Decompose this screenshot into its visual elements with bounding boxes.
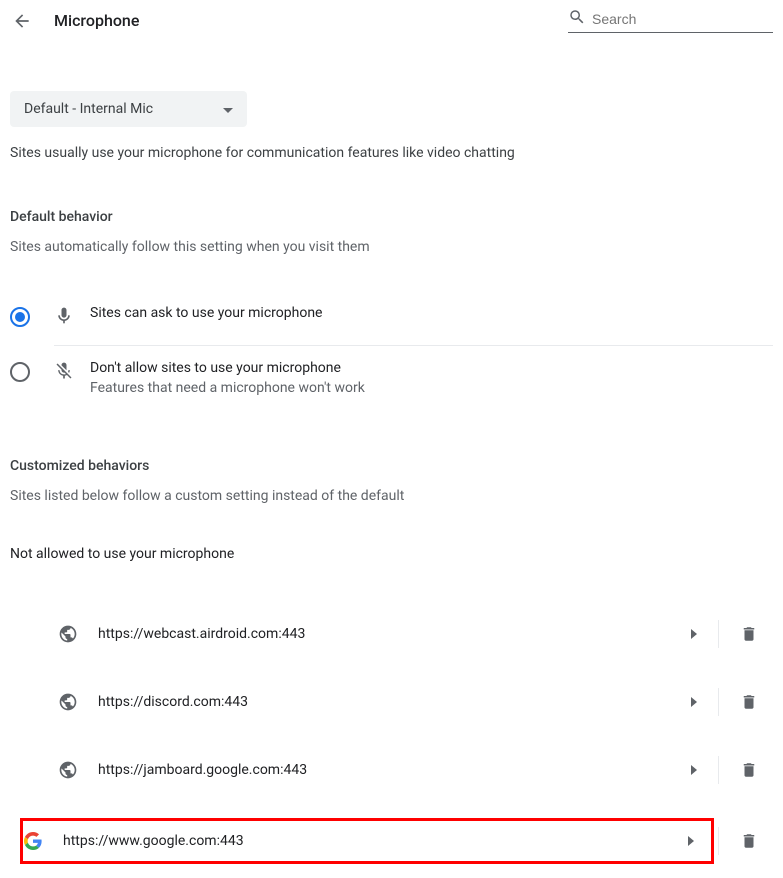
page-title: Microphone <box>54 11 139 30</box>
delete-button[interactable] <box>725 821 773 861</box>
dropdown-arrow-icon <box>223 101 233 117</box>
search-icon <box>568 8 586 30</box>
site-row: https://jamboard.google.com:443 <box>10 736 773 804</box>
divider <box>718 827 719 855</box>
expand-button[interactable] <box>674 682 714 722</box>
customized-behaviors-subtitle: Sites listed below follow a custom setti… <box>10 488 773 504</box>
search-input[interactable] <box>592 11 773 27</box>
radio-allow-label: Sites can ask to use your microphone <box>90 305 773 321</box>
site-url: https://discord.com:443 <box>98 694 248 710</box>
customized-behaviors-title: Customized behaviors <box>10 458 773 474</box>
google-logo-icon <box>23 831 43 851</box>
delete-button[interactable] <box>725 682 773 722</box>
search-container[interactable] <box>568 8 773 33</box>
site-entry[interactable]: https://jamboard.google.com:443 <box>10 750 714 790</box>
delete-button[interactable] <box>725 614 773 654</box>
divider <box>718 756 719 784</box>
microphone-device-dropdown[interactable]: Default - Internal Mic <box>10 91 247 127</box>
radio-dont-allow-sublabel: Features that need a microphone won't wo… <box>90 380 773 396</box>
default-behavior-subtitle: Sites automatically follow this setting … <box>10 239 773 255</box>
site-row: https://webcast.airdroid.com:443 <box>10 600 773 668</box>
default-behavior-title: Default behavior <box>10 209 773 225</box>
radio-allow-ask[interactable] <box>10 307 30 327</box>
globe-icon <box>58 624 78 644</box>
dropdown-selected: Default - Internal Mic <box>24 101 153 117</box>
site-entry[interactable]: https://webcast.airdroid.com:443 <box>10 614 714 654</box>
back-button[interactable] <box>10 9 34 33</box>
expand-button[interactable] <box>671 821 711 861</box>
site-entry[interactable]: https://www.google.com:443 <box>20 818 714 864</box>
site-url: https://jamboard.google.com:443 <box>98 762 307 778</box>
site-url: https://webcast.airdroid.com:443 <box>98 626 305 642</box>
microphone-off-icon <box>54 360 74 385</box>
globe-icon <box>58 692 78 712</box>
site-row: https://discord.com:443 <box>10 668 773 736</box>
site-url: https://www.google.com:443 <box>63 833 244 849</box>
expand-button[interactable] <box>674 614 714 654</box>
microphone-description: Sites usually use your microphone for co… <box>10 145 773 161</box>
expand-button[interactable] <box>674 750 714 790</box>
microphone-icon <box>54 305 74 330</box>
site-row: https://www.google.com:443 <box>10 804 773 878</box>
divider <box>718 688 719 716</box>
radio-dont-allow-label: Don't allow sites to use your microphone <box>90 360 773 376</box>
site-entry[interactable]: https://discord.com:443 <box>10 682 714 722</box>
not-allowed-title: Not allowed to use your microphone <box>10 546 773 562</box>
divider <box>718 620 719 648</box>
radio-dont-allow[interactable] <box>10 362 30 382</box>
globe-icon <box>58 760 78 780</box>
delete-button[interactable] <box>725 750 773 790</box>
